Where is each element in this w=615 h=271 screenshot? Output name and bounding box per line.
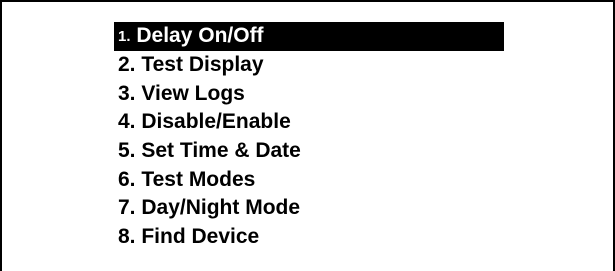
- menu-item-number: 4.: [118, 110, 136, 134]
- device-screen: 1. Delay On/Off 2. Test Display 3. View …: [0, 0, 615, 271]
- menu-item-test-display[interactable]: 2. Test Display: [114, 51, 504, 80]
- menu-item-label: Disable/Enable: [141, 110, 291, 134]
- menu-item-number: 5.: [118, 139, 136, 163]
- menu-item-delay-on-off[interactable]: 1. Delay On/Off: [114, 22, 504, 51]
- menu-item-label: Day/Night Mode: [141, 196, 301, 220]
- menu-item-day-night-mode[interactable]: 7. Day/Night Mode: [114, 194, 504, 223]
- menu-item-label: Test Modes: [141, 167, 256, 191]
- menu-item-number: 8.: [118, 225, 136, 249]
- menu-item-label: Find Device: [141, 225, 260, 249]
- main-menu: 1. Delay On/Off 2. Test Display 3. View …: [114, 22, 504, 252]
- menu-item-number: 2.: [118, 53, 136, 77]
- menu-item-test-modes[interactable]: 6. Test Modes: [114, 165, 504, 194]
- menu-item-number: 7.: [118, 196, 136, 220]
- menu-item-number: 3.: [118, 81, 136, 105]
- menu-item-view-logs[interactable]: 3. View Logs: [114, 79, 504, 108]
- menu-item-find-device[interactable]: 8. Find Device: [114, 223, 504, 252]
- menu-item-number: 1.: [118, 27, 131, 45]
- menu-item-label: Test Display: [141, 53, 264, 77]
- menu-item-disable-enable[interactable]: 4. Disable/Enable: [114, 108, 504, 137]
- menu-item-label: Delay On/Off: [136, 24, 264, 48]
- menu-item-set-time-date[interactable]: 5. Set Time & Date: [114, 137, 504, 166]
- menu-item-label: Set Time & Date: [141, 139, 301, 163]
- menu-item-label: View Logs: [141, 81, 245, 105]
- menu-item-number: 6.: [118, 167, 136, 191]
